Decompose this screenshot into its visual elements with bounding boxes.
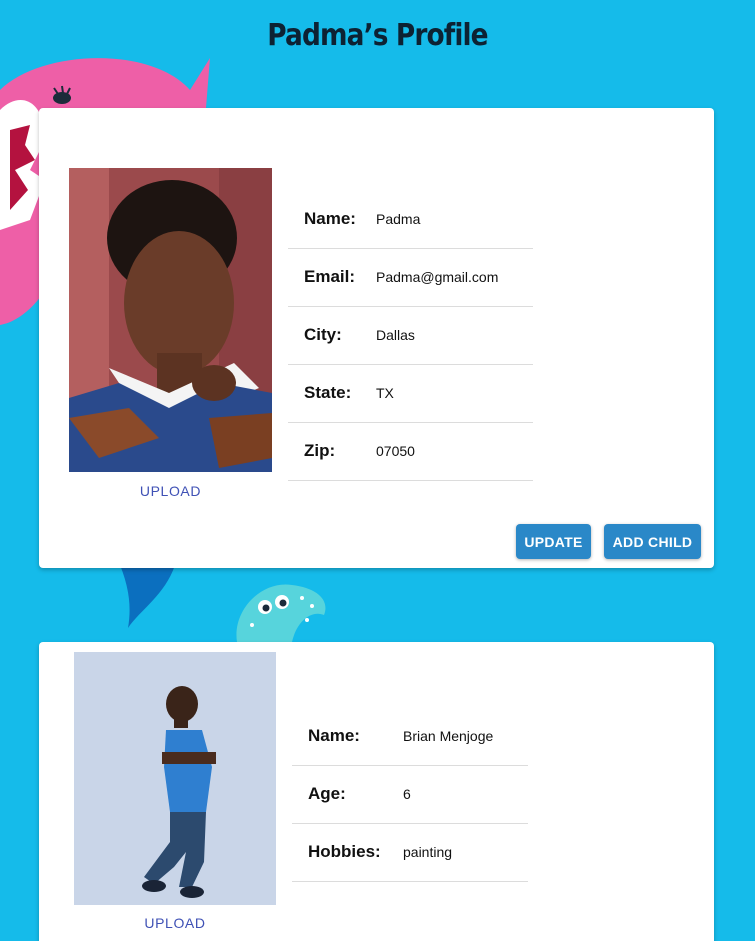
field-label-city: City: [288,306,376,365]
update-button[interactable]: UPDATE [516,524,591,559]
upload-photo-link[interactable]: UPLOAD [74,915,276,931]
field-value-email: Padma@gmail.com [376,248,533,307]
field-label-email: Email: [288,248,376,307]
table-row: City: Dallas [288,306,533,365]
field-value-city: Dallas [376,306,533,365]
add-child-button[interactable]: ADD CHILD [604,524,701,559]
field-label-name: Name: [292,707,403,766]
field-value-name: Padma [376,190,533,249]
child-photo [74,652,276,905]
upload-photo-link[interactable]: UPLOAD [69,483,272,499]
child-profile-card: UPLOAD Name: Brian Menjoge Age: 6 Hobbie… [39,642,714,941]
profile-photo [69,168,272,472]
table-row: State: TX [288,364,533,423]
field-value-hobbies: painting [403,823,528,882]
portrait-photo-icon [69,168,272,472]
fin-illustration [120,565,175,628]
field-label-hobbies: Hobbies: [292,823,403,882]
table-row: Email: Padma@gmail.com [288,248,533,307]
table-row: Hobbies: painting [292,823,528,882]
table-row: Name: Brian Menjoge [292,707,528,766]
page-title: Padma’s Profile [267,18,488,53]
field-value-name: Brian Menjoge [403,707,528,766]
table-row: Name: Padma [288,190,533,249]
field-label-age: Age: [292,765,403,824]
field-value-age: 6 [403,765,528,824]
field-label-name: Name: [288,190,376,249]
table-row: Zip: 07050 [288,422,533,481]
parent-info-table: Name: Padma Email: Padma@gmail.com City:… [288,190,533,481]
field-value-zip: 07050 [376,422,533,481]
child-photo-icon [74,652,276,905]
table-row: Age: 6 [292,765,528,824]
child-info-table: Name: Brian Menjoge Age: 6 Hobbies: pain… [292,707,528,882]
jellyfish-illustration [236,584,326,642]
parent-profile-card: UPLOAD Name: Padma Email: Padma@gmail.co… [39,108,714,568]
field-label-state: State: [288,364,376,423]
field-value-state: TX [376,364,533,423]
field-label-zip: Zip: [288,422,376,481]
